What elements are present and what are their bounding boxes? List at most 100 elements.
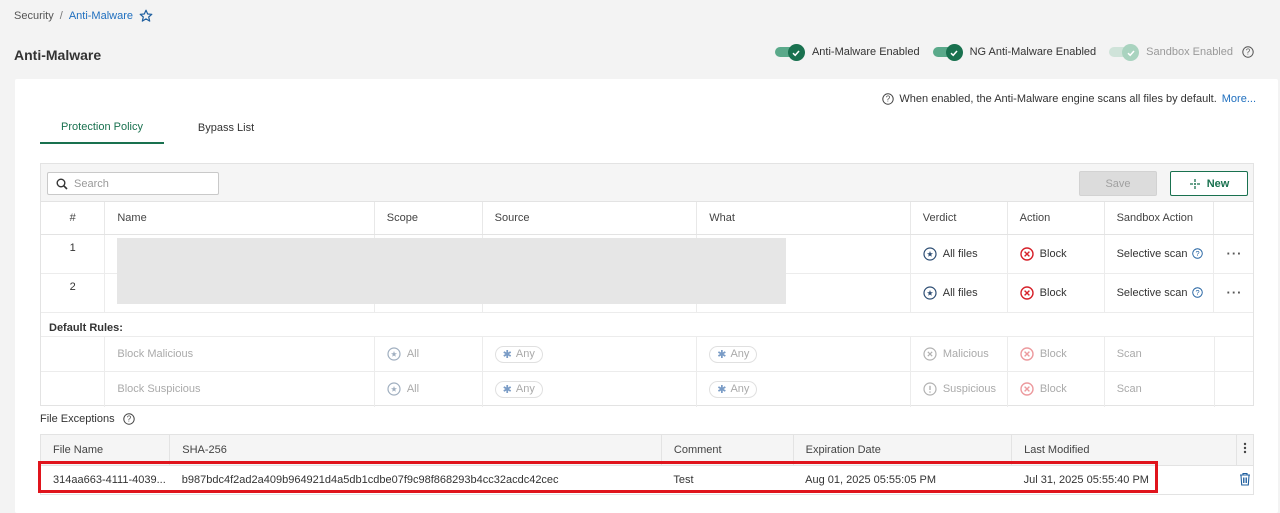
default-rule-sandbox: Scan: [1104, 371, 1215, 407]
verdict-label: All files: [942, 286, 978, 299]
default-rule-source: ✱ Any: [482, 371, 698, 407]
default-rule-row: Block Suspicious All ✱ Any ✱ Any Suspiciou…: [41, 371, 1253, 407]
feature-toggles: Anti-Malware Enabled NG Anti-Malware Ena…: [762, 44, 1254, 61]
tab-bypass-list[interactable]: Bypass List: [164, 111, 288, 144]
default-rule-scope: All: [374, 371, 483, 407]
tab-protection-policy[interactable]: Protection Policy: [40, 111, 164, 144]
breadcrumb-security[interactable]: Security: [14, 10, 54, 22]
all-files-icon: [923, 285, 937, 300]
favorite-star-icon[interactable]: [139, 9, 153, 23]
default-rule-name: Block Suspicious: [104, 371, 375, 407]
default-rule-sandbox: Scan: [1104, 336, 1215, 372]
exception-file-name: 314aa663-4111-4039...: [53, 474, 166, 487]
tabs: Protection Policy Bypass List: [40, 111, 288, 144]
block-icon: [1020, 382, 1034, 396]
default-rule-verdict: Malicious: [910, 336, 1008, 372]
help-icon[interactable]: ?: [1242, 46, 1254, 58]
rule-verdict[interactable]: All files: [910, 234, 1008, 274]
col-header-expiration[interactable]: Expiration Date: [793, 435, 1013, 466]
toggle-switch[interactable]: [932, 44, 963, 61]
col-header-action[interactable]: Action: [1007, 202, 1105, 235]
exception-sha256: b987bdc4f2ad2a409b964921d4a5db1cdbe07f9c…: [181, 474, 559, 487]
table-row[interactable]: 314aa663-4111-4039... b987bdc4f2ad2a409b…: [41, 465, 1253, 495]
table-header-row: File Name SHA-256 Comment Expiration Dat…: [41, 435, 1253, 466]
col-header-num[interactable]: #: [41, 202, 106, 235]
exception-comment: Test: [673, 474, 694, 487]
search-input[interactable]: [74, 177, 214, 190]
exception-expiration: Aug 01, 2025 05:55:05 PM: [805, 474, 937, 487]
more-options-icon[interactable]: ···: [1226, 246, 1242, 261]
col-header-file-name[interactable]: File Name: [41, 435, 171, 466]
svg-text:?: ?: [1246, 48, 1251, 57]
all-files-icon: [923, 246, 937, 261]
block-icon: [1020, 347, 1034, 361]
default-rule-action: Block: [1007, 336, 1105, 372]
col-header-source[interactable]: Source: [482, 202, 698, 235]
rule-sandbox-action[interactable]: Selective scan ?: [1104, 273, 1215, 313]
verdict-label: All files: [942, 247, 978, 260]
row-number: 2: [41, 273, 106, 313]
default-rule-verdict: Suspicious: [910, 371, 1008, 407]
new-button[interactable]: New: [1170, 171, 1248, 196]
check-icon: [1127, 50, 1135, 56]
more-options-icon[interactable]: ···: [1226, 285, 1242, 300]
col-header-scope[interactable]: Scope: [374, 202, 483, 235]
col-header-comment[interactable]: Comment: [661, 435, 794, 466]
file-exceptions-label: File Exceptions ?: [40, 413, 135, 425]
rule-verdict[interactable]: All files: [910, 273, 1008, 313]
policy-panel: Save New # Name Scope Source What Verdic…: [40, 163, 1254, 407]
row-menu[interactable]: ···: [1213, 273, 1253, 313]
toggle-ng-anti-malware[interactable]: NG Anti-Malware Enabled: [932, 44, 1096, 61]
sandbox-label: Selective scan: [1116, 286, 1188, 299]
toggle-switch[interactable]: [774, 44, 805, 61]
column-menu-icon[interactable]: [1236, 435, 1253, 466]
rule-action[interactable]: Block: [1007, 234, 1105, 274]
default-rules-label: Default Rules:: [49, 322, 123, 334]
default-rule-what: ✱ Any: [696, 336, 911, 372]
breadcrumb-separator: /: [59, 10, 63, 22]
col-header-verdict[interactable]: Verdict: [910, 202, 1008, 235]
col-header-what[interactable]: What: [696, 202, 911, 235]
col-header-sandbox-action[interactable]: Sandbox Action: [1104, 202, 1215, 235]
save-button[interactable]: Save: [1079, 171, 1157, 196]
toggle-switch: [1109, 44, 1140, 61]
check-icon: [950, 50, 958, 56]
delete-icon[interactable]: [1237, 465, 1253, 495]
col-header-sha256[interactable]: SHA-256: [169, 435, 662, 466]
row-menu[interactable]: ···: [1213, 234, 1253, 274]
rule-action[interactable]: Block: [1007, 273, 1105, 313]
new-button-label: New: [1206, 177, 1230, 190]
file-exceptions-table: File Name SHA-256 Comment Expiration Dat…: [41, 435, 1253, 495]
svg-text:?: ?: [886, 95, 891, 104]
block-icon: [1019, 246, 1034, 261]
toggle-label: Anti-Malware Enabled: [811, 46, 920, 58]
more-link[interactable]: More...: [1222, 93, 1256, 105]
info-text: When enabled, the Anti-Malware engine sc…: [899, 93, 1217, 105]
svg-text:?: ?: [126, 415, 131, 424]
asterisk-icon: ✱: [717, 383, 727, 396]
rule-sandbox-action[interactable]: Selective scan ?: [1104, 234, 1215, 274]
sandbox-label: Selective scan: [1116, 247, 1188, 260]
breadcrumb-anti-malware[interactable]: Anti-Malware: [69, 10, 133, 22]
new-rule-icon: [1189, 178, 1200, 189]
col-header-name[interactable]: Name: [104, 202, 375, 235]
col-header-last-modified[interactable]: Last Modified: [1011, 435, 1238, 466]
default-rule-source: ✱ Any: [482, 336, 698, 372]
search-box[interactable]: [47, 172, 219, 195]
toggle-anti-malware[interactable]: Anti-Malware Enabled: [774, 44, 920, 61]
redacted-area: [117, 238, 786, 304]
help-icon: ?: [1191, 248, 1203, 259]
toolbar: Save New: [41, 164, 1253, 202]
col-header-menu: [1213, 202, 1253, 235]
file-exceptions-panel: File Name SHA-256 Comment Expiration Dat…: [40, 434, 1254, 495]
action-label: Block: [1039, 247, 1067, 260]
row-number: 1: [41, 234, 106, 274]
default-rule-what: ✱ Any: [696, 371, 911, 407]
search-icon: [56, 178, 68, 190]
help-icon[interactable]: ?: [122, 413, 135, 425]
default-rule-scope: All: [374, 336, 483, 372]
breadcrumb: Security / Anti-Malware: [14, 9, 153, 23]
asterisk-icon: ✱: [717, 348, 727, 361]
default-rules-table: Block Malicious All ✱ Any ✱ Any Malicious …: [41, 336, 1253, 407]
suspicious-icon: [923, 382, 937, 396]
